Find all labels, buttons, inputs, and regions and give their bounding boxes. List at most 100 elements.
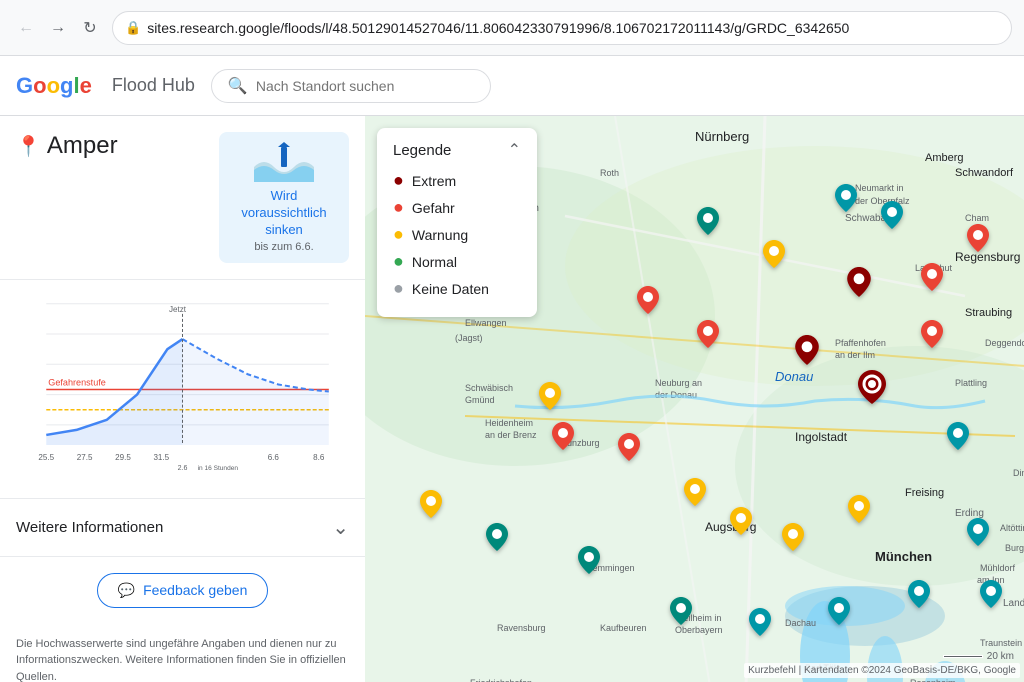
svg-text:Weilheim in: Weilheim in bbox=[675, 613, 721, 623]
warnung-label: Warnung bbox=[412, 227, 468, 243]
legend-item-normal: ● Normal bbox=[393, 251, 521, 272]
disclaimer-text: Die Hochwasserwerte sind ungefähre Angab… bbox=[16, 636, 349, 682]
sidebar: 📍 Amper Wi bbox=[0, 116, 365, 682]
svg-text:Kaufbeuren: Kaufbeuren bbox=[600, 623, 647, 633]
forward-button[interactable]: → bbox=[44, 14, 72, 42]
svg-text:Regensburg: Regensburg bbox=[955, 250, 1020, 264]
url-text: sites.research.google/floods/l/48.501290… bbox=[147, 20, 849, 36]
extrem-label: Extrem bbox=[412, 173, 456, 189]
svg-text:6.6: 6.6 bbox=[268, 453, 280, 462]
svg-text:27.5: 27.5 bbox=[77, 453, 93, 462]
svg-text:an der Ilm: an der Ilm bbox=[835, 350, 875, 360]
legend-item-warnung: ● Warnung bbox=[393, 224, 521, 245]
svg-text:Heidenheim: Heidenheim bbox=[485, 418, 533, 428]
svg-text:2.6: 2.6 bbox=[178, 465, 188, 472]
address-bar[interactable]: 🔒 sites.research.google/floods/l/48.5012… bbox=[112, 11, 1012, 45]
svg-text:Ravensburg: Ravensburg bbox=[497, 623, 546, 633]
normal-label: Normal bbox=[412, 254, 457, 270]
svg-text:Landshut: Landshut bbox=[915, 263, 953, 273]
legend-header: Legende ⌃ bbox=[393, 140, 521, 160]
reload-button[interactable]: ↻ bbox=[76, 14, 104, 42]
feedback-label: Feedback geben bbox=[143, 582, 247, 598]
svg-text:Dachau: Dachau bbox=[785, 618, 816, 628]
svg-text:Gmünd: Gmünd bbox=[465, 395, 495, 405]
svg-text:Jetzt: Jetzt bbox=[169, 304, 187, 313]
keine-pin-icon: ● bbox=[393, 278, 404, 299]
map-container[interactable]: Nürnberg Amberg Schwabach Ansbach Roth N… bbox=[365, 116, 1024, 682]
svg-text:Pfaffenhofen: Pfaffenhofen bbox=[835, 338, 886, 348]
location-pin-icon: 📍 bbox=[16, 134, 41, 159]
svg-text:(Jagst): (Jagst) bbox=[455, 333, 483, 343]
forecast-card: Wird voraussichtlich sinken bis zum 6.6. bbox=[219, 132, 349, 263]
expand-icon: ⌄ bbox=[332, 515, 349, 540]
location-name: 📍 Amper bbox=[16, 132, 207, 160]
svg-text:Schwabach: Schwabach bbox=[845, 213, 897, 224]
keine-label: Keine Daten bbox=[412, 281, 489, 297]
svg-text:Friedrichshafen: Friedrichshafen bbox=[470, 678, 532, 682]
svg-text:Ingolstadt: Ingolstadt bbox=[795, 430, 848, 444]
location-search[interactable]: 🔍 bbox=[211, 69, 491, 103]
app: Google Flood Hub 🔍 📍 Amper bbox=[0, 56, 1024, 682]
extrem-pin-icon: ● bbox=[393, 170, 404, 191]
svg-text:Altötting: Altötting bbox=[1000, 523, 1024, 533]
scale-bar: 20 km bbox=[943, 651, 1014, 662]
svg-text:Neumarkt in: Neumarkt in bbox=[855, 183, 904, 193]
svg-text:Straubing: Straubing bbox=[965, 307, 1012, 319]
svg-text:Mühldorf: Mühldorf bbox=[980, 563, 1016, 573]
legend-item-extrem: ● Extrem bbox=[393, 170, 521, 191]
svg-text:8.6: 8.6 bbox=[313, 453, 325, 462]
svg-text:Günzburg: Günzburg bbox=[560, 438, 600, 448]
legend: Legende ⌃ ● Extrem ● Gefahr ● Warnung ● bbox=[377, 128, 537, 317]
chart-svg: Gefahrenstufe Jetzt bbox=[16, 292, 349, 482]
forecast-text: Wird voraussichtlich sinken bbox=[229, 188, 339, 239]
svg-text:Schwandorf: Schwandorf bbox=[955, 167, 1014, 179]
svg-text:Augsburg: Augsburg bbox=[705, 520, 756, 534]
more-info-label: Weitere Informationen bbox=[16, 519, 163, 536]
feedback-icon: 💬 bbox=[118, 582, 135, 599]
svg-text:Oberbayern: Oberbayern bbox=[675, 625, 723, 635]
gefahr-label: Gefahr bbox=[412, 200, 455, 216]
svg-text:an der Brenz: an der Brenz bbox=[485, 430, 537, 440]
svg-text:Rosenheim: Rosenheim bbox=[910, 678, 956, 682]
svg-text:Schwäbisch: Schwäbisch bbox=[465, 383, 513, 393]
warnung-pin-icon: ● bbox=[393, 224, 404, 245]
map-attribution: Kurzbefehl | Kartendaten ©2024 GeoBasis-… bbox=[744, 663, 1020, 678]
feedback-section: 💬 Feedback geben bbox=[0, 557, 365, 624]
svg-text:31.5: 31.5 bbox=[153, 453, 169, 462]
svg-text:Amberg: Amberg bbox=[925, 152, 964, 164]
svg-text:Erding: Erding bbox=[955, 508, 984, 519]
water-animation bbox=[254, 142, 314, 182]
location-card: 📍 Amper Wi bbox=[0, 116, 365, 280]
gefahr-pin-icon: ● bbox=[393, 197, 404, 218]
search-input[interactable] bbox=[256, 78, 474, 94]
svg-text:Gefahrenstufe: Gefahrenstufe bbox=[48, 377, 106, 387]
browser-chrome: ← → ↻ 🔒 sites.research.google/floods/l/4… bbox=[0, 0, 1024, 56]
water-svg bbox=[254, 142, 314, 182]
back-button[interactable]: ← bbox=[12, 14, 40, 42]
svg-text:Landshut: Landshut bbox=[1003, 598, 1024, 609]
app-header: Google Flood Hub 🔍 bbox=[0, 56, 1024, 116]
app-name: Flood Hub bbox=[112, 75, 195, 96]
disclaimer: Die Hochwasserwerte sind ungefähre Angab… bbox=[0, 624, 365, 682]
more-info-section[interactable]: Weitere Informationen ⌄ bbox=[0, 499, 365, 557]
normal-pin-icon: ● bbox=[393, 251, 404, 272]
legend-toggle-button[interactable]: ⌃ bbox=[508, 140, 521, 160]
nav-buttons: ← → ↻ bbox=[12, 14, 104, 42]
svg-text:Freising: Freising bbox=[905, 487, 944, 499]
svg-text:29.5: 29.5 bbox=[115, 453, 131, 462]
svg-text:München: München bbox=[875, 549, 932, 564]
main-content: 📍 Amper Wi bbox=[0, 116, 1024, 682]
legend-item-keine: ● Keine Daten bbox=[393, 278, 521, 299]
svg-text:am Inn: am Inn bbox=[977, 575, 1005, 585]
svg-text:Traunstein: Traunstein bbox=[980, 638, 1022, 648]
forecast-date: bis zum 6.6. bbox=[254, 241, 313, 253]
location-name-section: 📍 Amper bbox=[16, 132, 207, 263]
scale-label: 20 km bbox=[987, 651, 1014, 662]
svg-text:Dingolfing: Dingolfing bbox=[1013, 468, 1024, 478]
svg-text:Burghausen: Burghausen bbox=[1005, 543, 1024, 553]
svg-text:in 16 Stunden: in 16 Stunden bbox=[198, 465, 239, 472]
feedback-button[interactable]: 💬 Feedback geben bbox=[97, 573, 269, 608]
svg-text:Roth: Roth bbox=[600, 168, 619, 178]
svg-text:Plattling: Plattling bbox=[955, 378, 987, 388]
search-icon: 🔍 bbox=[228, 76, 248, 96]
